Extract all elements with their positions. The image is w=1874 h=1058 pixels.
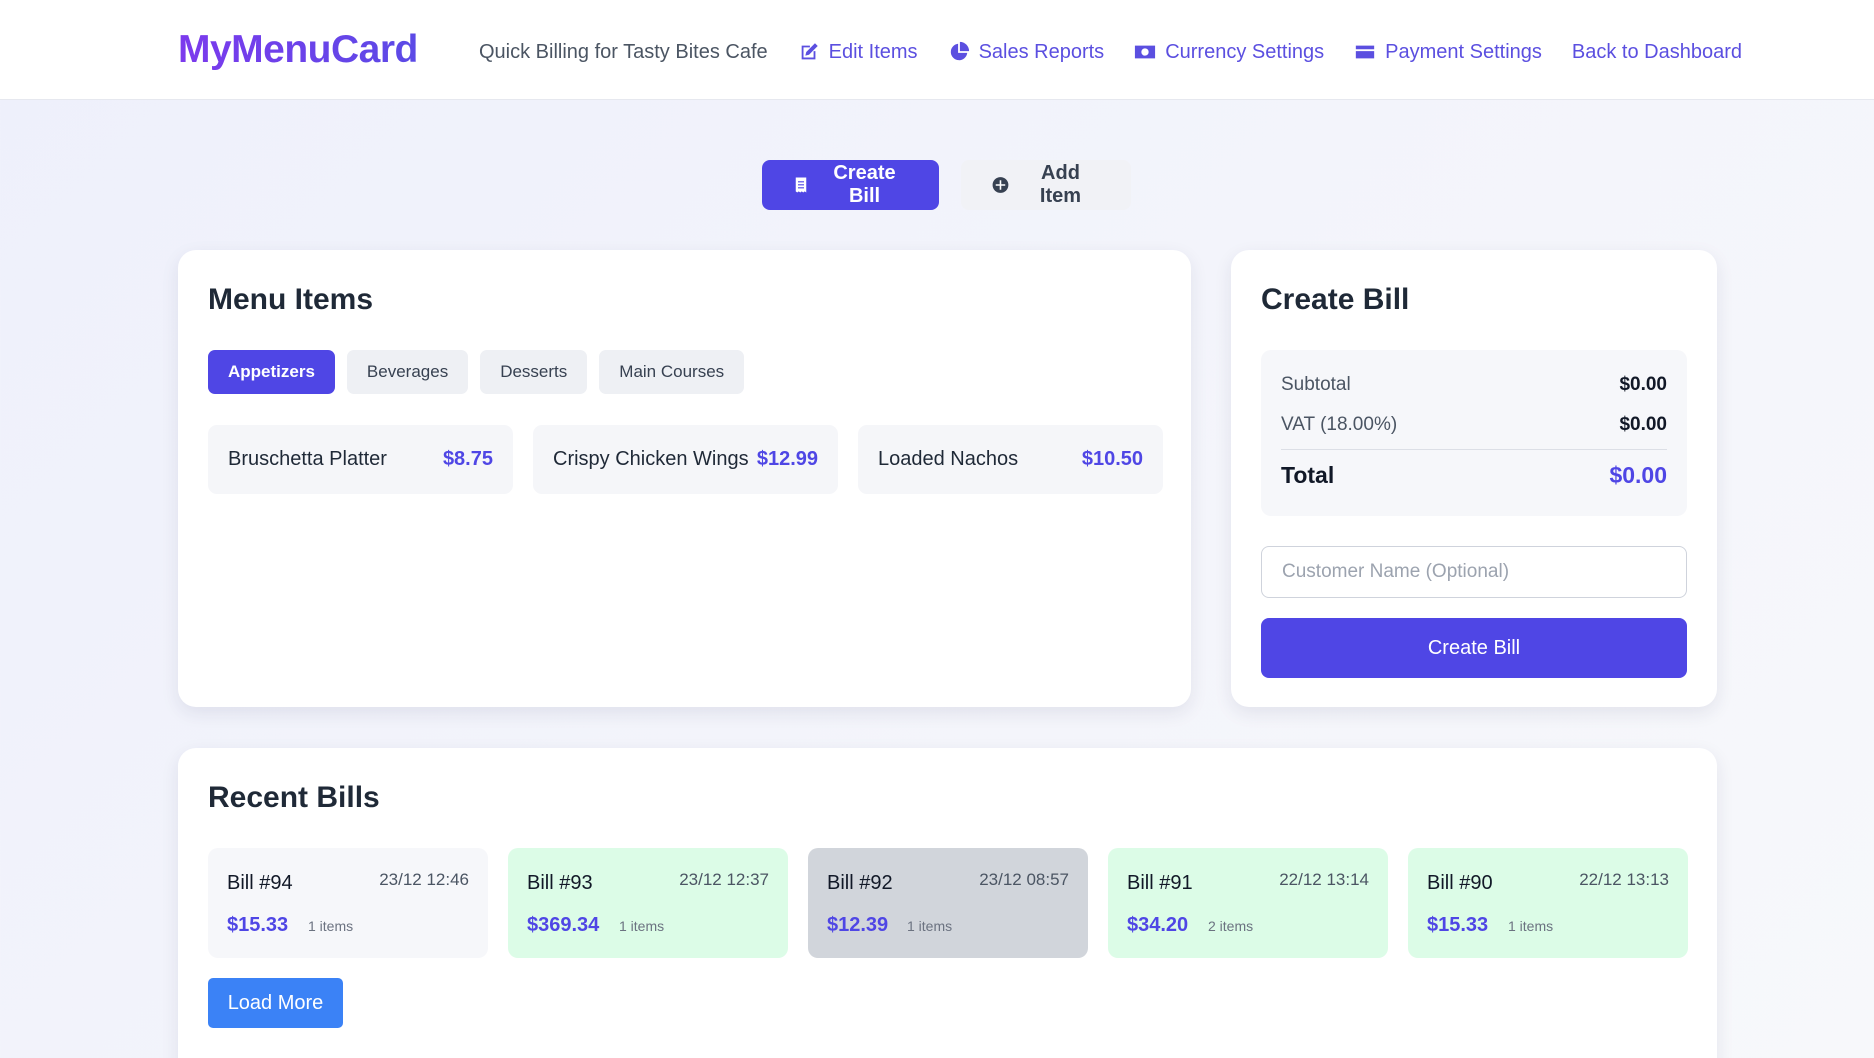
- menu-item-price: $8.75: [442, 448, 493, 470]
- bill-item-count: 1 items: [619, 918, 665, 934]
- bill-date: 23/12 08:57: [979, 870, 1069, 889]
- menu-item-name: Loaded Nachos: [878, 448, 1019, 470]
- customer-name-input[interactable]: [1261, 546, 1687, 598]
- create-bill-title: Create Bill: [1261, 283, 1410, 316]
- category-tabs: Appetizers Beverages Desserts Main Cours…: [208, 350, 745, 394]
- app-logo[interactable]: MyMenuCard: [178, 28, 418, 72]
- bill-date: 22/12 13:13: [1579, 870, 1669, 889]
- bill-item-count: 2 items: [1208, 918, 1254, 934]
- bill-date: 23/12 12:37: [679, 870, 769, 889]
- receipt-icon: [795, 177, 807, 193]
- vat-value: $0.00: [1619, 414, 1667, 435]
- bill-totals: Subtotal $0.00 VAT (18.00%) $0.00 Total …: [1261, 350, 1687, 516]
- bill-amount: $369.34: [527, 914, 600, 936]
- menu-items-title: Menu Items: [208, 283, 374, 316]
- menu-item-name: Bruschetta Platter: [228, 448, 387, 470]
- subtotal-value: $0.00: [1619, 374, 1667, 395]
- credit-card-icon: [1355, 45, 1375, 59]
- cafe-tagline: Quick Billing for Tasty Bites Cafe: [479, 40, 768, 63]
- pie-chart-icon: [950, 41, 969, 61]
- bill-card[interactable]: Bill #93 23/12 12:37 $369.34 1 items: [508, 848, 788, 958]
- menu-item-price: $10.50: [1081, 448, 1143, 470]
- nav-payment-settings[interactable]: Payment Settings: [1354, 41, 1542, 64]
- mode-tabs: Create Bill Add Item: [762, 160, 1131, 210]
- bill-amount: $12.39: [827, 914, 889, 936]
- category-desserts[interactable]: Desserts: [480, 350, 588, 394]
- create-bill-button[interactable]: Create Bill: [1261, 618, 1687, 678]
- bill-card[interactable]: Bill #92 23/12 08:57 $12.39 1 items: [808, 848, 1088, 958]
- recent-bills-list: Bill #94 23/12 12:46 $15.33 1 items Bill…: [208, 848, 1688, 958]
- bill-amount: $34.20: [1127, 914, 1189, 936]
- bill-number: Bill #93: [527, 872, 593, 894]
- menu-item-grid: Bruschetta Platter $8.75 Crispy Chicken …: [208, 425, 1163, 494]
- bill-card[interactable]: Bill #94 23/12 12:46 $15.33 1 items: [208, 848, 488, 958]
- bill-number: Bill #90: [1427, 872, 1493, 894]
- nav-back-to-dashboard[interactable]: Back to Dashboard: [1572, 41, 1742, 64]
- category-main-courses[interactable]: Main Courses: [599, 350, 745, 394]
- menu-item[interactable]: Crispy Chicken Wings $12.99: [533, 425, 838, 494]
- tab-create-bill[interactable]: Create Bill: [762, 160, 939, 210]
- load-more-button[interactable]: Load More: [208, 978, 343, 1028]
- nav-edit-items-label: Edit Items: [828, 40, 918, 63]
- bill-card[interactable]: Bill #90 22/12 13:13 $15.33 1 items: [1408, 848, 1688, 958]
- top-nav: Quick Billing for Tasty Bites Cafe Edit …: [479, 38, 1742, 66]
- recent-bills-title: Recent Bills: [208, 781, 380, 814]
- bill-amount: $15.33: [227, 914, 289, 936]
- nav-payment-settings-label: Payment Settings: [1385, 40, 1542, 63]
- bill-item-count: 1 items: [308, 918, 354, 934]
- menu-item[interactable]: Loaded Nachos $10.50: [858, 425, 1163, 494]
- nav-currency-settings-label: Currency Settings: [1165, 40, 1325, 63]
- nav-edit-items[interactable]: Edit Items: [798, 41, 918, 64]
- subtotal-label: Subtotal: [1281, 374, 1351, 395]
- bill-date: 23/12 12:46: [379, 870, 469, 889]
- total-value: $0.00: [1609, 462, 1667, 488]
- tab-add-item-label: Add Item: [1039, 162, 1082, 207]
- bill-item-count: 1 items: [1508, 918, 1554, 934]
- vat-label: VAT (18.00%): [1281, 414, 1398, 435]
- bill-date: 22/12 13:14: [1279, 870, 1369, 889]
- vat-row: VAT (18.00%) $0.00: [1281, 414, 1667, 436]
- category-beverages[interactable]: Beverages: [346, 350, 469, 394]
- nav-currency-settings[interactable]: Currency Settings: [1134, 41, 1324, 64]
- total-row: Total $0.00: [1281, 462, 1667, 489]
- nav-sales-reports-label: Sales Reports: [978, 40, 1105, 63]
- top-header: MyMenuCard Quick Billing for Tasty Bites…: [0, 0, 1874, 100]
- bill-number: Bill #94: [227, 872, 293, 894]
- nav-sales-reports[interactable]: Sales Reports: [948, 40, 1105, 64]
- bill-number: Bill #92: [827, 872, 893, 894]
- tab-create-bill-label: Create Bill: [833, 162, 896, 207]
- tab-add-item[interactable]: Add Item: [961, 160, 1131, 210]
- bill-amount: $15.33: [1427, 914, 1489, 936]
- plus-circle-icon: [992, 177, 1009, 193]
- recent-bills-panel: Recent Bills Bill #94 23/12 12:46 $15.33…: [178, 748, 1717, 1058]
- total-label: Total: [1281, 462, 1335, 488]
- money-bill-icon: [1135, 45, 1156, 59]
- totals-divider: [1281, 449, 1667, 450]
- bill-card[interactable]: Bill #91 22/12 13:14 $34.20 2 items: [1108, 848, 1388, 958]
- bill-number: Bill #91: [1127, 872, 1193, 894]
- menu-item-price: $12.99: [756, 448, 818, 470]
- menu-items-panel: Menu Items Appetizers Beverages Desserts…: [178, 250, 1191, 707]
- bill-item-count: 1 items: [907, 918, 953, 934]
- category-appetizers[interactable]: Appetizers: [208, 350, 335, 394]
- create-bill-panel: Create Bill Subtotal $0.00 VAT (18.00%) …: [1231, 250, 1717, 707]
- menu-item-name: Crispy Chicken Wings: [553, 448, 749, 470]
- menu-item[interactable]: Bruschetta Platter $8.75: [208, 425, 513, 494]
- edit-icon: [801, 43, 818, 60]
- subtotal-row: Subtotal $0.00: [1281, 374, 1667, 396]
